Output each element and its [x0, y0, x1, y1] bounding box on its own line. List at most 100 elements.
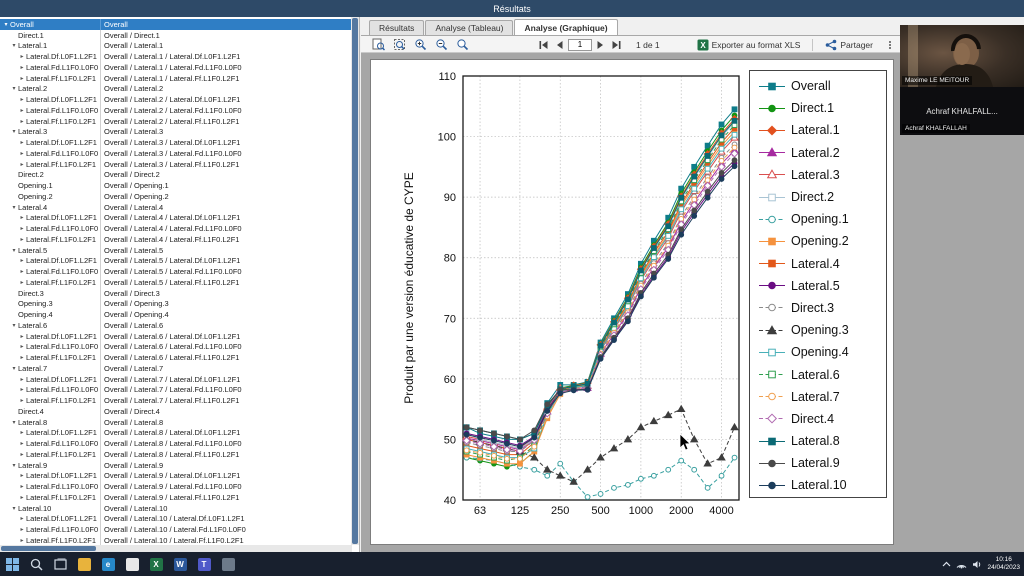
tree-row[interactable]: Direct.4 Overall / Direct.4: [0, 406, 351, 417]
collapse-icon[interactable]: ▾: [2, 21, 10, 28]
tree-row[interactable]: ▸ Lateral.Df.L0F1.L2F1 Overall / Lateral.8…: [0, 427, 351, 439]
tree-row[interactable]: ▸ Lateral.Ff.L1F0.L2F1 Overall / Lateral.6…: [0, 352, 351, 363]
tree-row[interactable]: Direct.2 Overall / Direct.2: [0, 169, 351, 181]
excel-icon[interactable]: X: [144, 552, 168, 576]
expand-icon[interactable]: ▸: [18, 225, 26, 232]
expand-icon[interactable]: ▸: [18, 472, 26, 479]
file-explorer-icon[interactable]: [72, 552, 96, 576]
previous-page-button[interactable]: [553, 37, 566, 52]
tree-row[interactable]: ▸ Lateral.Fd.L1F0.L0F0 Overall / Lateral.1…: [0, 524, 351, 535]
collapse-icon[interactable]: ▾: [10, 42, 18, 49]
tree-row[interactable]: ▾ Lateral.5 Overall / Lateral.5: [0, 244, 351, 256]
tree-row[interactable]: ▸ Lateral.Fd.L1F0.L0F0 Overall / Lateral.6…: [0, 341, 351, 353]
collapse-icon[interactable]: ▾: [10, 204, 18, 211]
tree-horizontal-scrollbar[interactable]: [0, 545, 352, 552]
next-page-button[interactable]: [594, 37, 607, 52]
teams-icon[interactable]: T: [192, 552, 216, 576]
tree-row[interactable]: ▸ Lateral.Df.L0F1.L2F1 Overall / Lateral.5…: [0, 255, 351, 267]
tree-row[interactable]: ▸ Lateral.Df.L0F1.L2F1 Overall / Lateral.3…: [0, 137, 351, 148]
preview-button[interactable]: [369, 37, 388, 52]
more-button[interactable]: [882, 37, 898, 52]
tree-row[interactable]: ▸ Lateral.Fd.L1F0.L0F0 Overall / Lateral.2…: [0, 105, 351, 116]
collapse-icon[interactable]: ▾: [10, 505, 18, 512]
share-button[interactable]: Partager: [822, 37, 876, 52]
collapse-icon[interactable]: ▾: [10, 462, 18, 469]
tree-row[interactable]: Direct.1 Overall / Direct.1: [0, 29, 351, 41]
tree-row[interactable]: ▾ Lateral.4 Overall / Lateral.4: [0, 201, 351, 213]
tab-r-sultats[interactable]: Résultats: [369, 20, 425, 35]
tree-row[interactable]: ▸ Lateral.Ff.L1F0.L2F1 Overall / Lateral.7…: [0, 395, 351, 406]
expand-icon[interactable]: ▸: [18, 53, 26, 60]
collapse-icon[interactable]: ▾: [10, 419, 18, 426]
expand-icon[interactable]: ▸: [18, 397, 26, 404]
scrollbar-thumb[interactable]: [352, 18, 358, 544]
taskbar-clock[interactable]: 10:16 24/04/2023: [987, 556, 1020, 572]
tree-row[interactable]: ▾ Lateral.10 Overall / Lateral.10: [0, 502, 351, 514]
app-icon[interactable]: [216, 552, 240, 576]
zoom-out-button[interactable]: [432, 37, 451, 52]
tree-row[interactable]: ▸ Lateral.Df.L0F1.L2F1 Overall / Lateral.2…: [0, 94, 351, 105]
tree-row[interactable]: ▸ Lateral.Fd.L1F0.L0F0 Overall / Lateral.7…: [0, 384, 351, 396]
expand-icon[interactable]: ▸: [18, 75, 26, 82]
network-icon[interactable]: [956, 560, 967, 569]
expand-icon[interactable]: ▸: [18, 537, 26, 544]
tree-row[interactable]: ▾ Lateral.8 Overall / Lateral.8: [0, 416, 351, 428]
word-icon[interactable]: W: [168, 552, 192, 576]
collapse-icon[interactable]: ▾: [10, 247, 18, 254]
tree-row[interactable]: ▸ Lateral.Ff.L1F0.L2F1 Overall / Lateral.4…: [0, 234, 351, 245]
collapse-icon[interactable]: ▾: [10, 322, 18, 329]
tree-row[interactable]: ▸ Lateral.Fd.L1F0.L0F0 Overall / Lateral.8…: [0, 438, 351, 449]
tree-row[interactable]: Opening.1 Overall / Opening.1: [0, 180, 351, 191]
tree-row[interactable]: ▾ Lateral.6 Overall / Lateral.6: [0, 320, 351, 331]
tree-row[interactable]: ▸ Lateral.Ff.L1F0.L2F1 Overall / Lateral.3…: [0, 158, 351, 170]
expand-icon[interactable]: ▸: [18, 150, 26, 157]
expand-icon[interactable]: ▸: [18, 214, 26, 221]
tree-row[interactable]: ▸ Lateral.Fd.L1F0.L0F0 Overall / Lateral.9…: [0, 481, 351, 492]
last-page-button[interactable]: [609, 37, 624, 52]
expand-icon[interactable]: ▸: [18, 386, 26, 393]
page-number-input[interactable]: [568, 38, 592, 51]
search-icon[interactable]: [24, 552, 48, 576]
expand-icon[interactable]: ▸: [18, 526, 26, 533]
tree-row[interactable]: ▸ Lateral.Ff.L1F0.L2F1 Overall / Lateral.5…: [0, 277, 351, 288]
edge-icon[interactable]: e: [96, 552, 120, 576]
tree-row[interactable]: ▸ Lateral.Df.L0F1.L2F1 Overall / Lateral.7…: [0, 373, 351, 385]
start-icon[interactable]: [0, 552, 24, 576]
expand-icon[interactable]: ▸: [18, 451, 26, 458]
expand-icon[interactable]: ▸: [18, 96, 26, 103]
tree-row[interactable]: Opening.3 Overall / Opening.3: [0, 298, 351, 310]
tree-row[interactable]: ▸ Lateral.Fd.L1F0.L0F0 Overall / Lateral.3…: [0, 148, 351, 159]
expand-icon[interactable]: ▸: [18, 236, 26, 243]
collapse-icon[interactable]: ▾: [10, 85, 18, 92]
tree-row[interactable]: ▸ Lateral.Df.L0F1.L2F1 Overall / Lateral.9…: [0, 470, 351, 482]
tree-row[interactable]: ▾ Lateral.2 Overall / Lateral.2: [0, 83, 351, 95]
expand-icon[interactable]: ▸: [18, 483, 26, 490]
tree-row[interactable]: ▸ Lateral.Ff.L1F0.L2F1 Overall / Lateral.2…: [0, 115, 351, 127]
tab-analyse-graphique-[interactable]: Analyse (Graphique): [514, 19, 618, 35]
chrome-icon[interactable]: [120, 552, 144, 576]
expand-icon[interactable]: ▸: [18, 161, 26, 168]
expand-icon[interactable]: ▸: [18, 354, 26, 361]
tree-row[interactable]: ▸ Lateral.Ff.L1F0.L2F1 Overall / Lateral.1…: [0, 535, 351, 545]
fit-page-button[interactable]: [390, 37, 409, 52]
expand-icon[interactable]: ▸: [18, 376, 26, 383]
tree-row[interactable]: ▾ Lateral.3 Overall / Lateral.3: [0, 126, 351, 138]
tray-expand-icon[interactable]: [942, 560, 951, 569]
tree-row[interactable]: ▸ Lateral.Df.L0F1.L2F1 Overall / Lateral.6…: [0, 330, 351, 342]
expand-icon[interactable]: ▸: [18, 333, 26, 340]
tree-row[interactable]: Opening.4 Overall / Opening.4: [0, 309, 351, 320]
volume-icon[interactable]: [972, 560, 982, 569]
expand-icon[interactable]: ▸: [18, 494, 26, 501]
tree-row[interactable]: ▸ Lateral.Ff.L1F0.L2F1 Overall / Lateral.9…: [0, 492, 351, 503]
expand-icon[interactable]: ▸: [18, 139, 26, 146]
actual-size-button[interactable]: [453, 37, 472, 52]
expand-icon[interactable]: ▸: [18, 343, 26, 350]
expand-icon[interactable]: ▸: [18, 118, 26, 125]
tree-row[interactable]: ▾ Lateral.7 Overall / Lateral.7: [0, 363, 351, 374]
tree-row[interactable]: ▸ Lateral.Fd.L1F0.L0F0 Overall / Lateral.5…: [0, 266, 351, 277]
tree-row[interactable]: ▸ Lateral.Df.L0F1.L2F1 Overall / Lateral.1…: [0, 513, 351, 525]
expand-icon[interactable]: ▸: [18, 257, 26, 264]
tree-row[interactable]: ▾ Lateral.1 Overall / Lateral.1: [0, 40, 351, 52]
tree-row[interactable]: ▸ Lateral.Ff.L1F0.L2F1 Overall / Lateral.1…: [0, 72, 351, 84]
tree-vertical-scrollbar[interactable]: [351, 17, 359, 545]
